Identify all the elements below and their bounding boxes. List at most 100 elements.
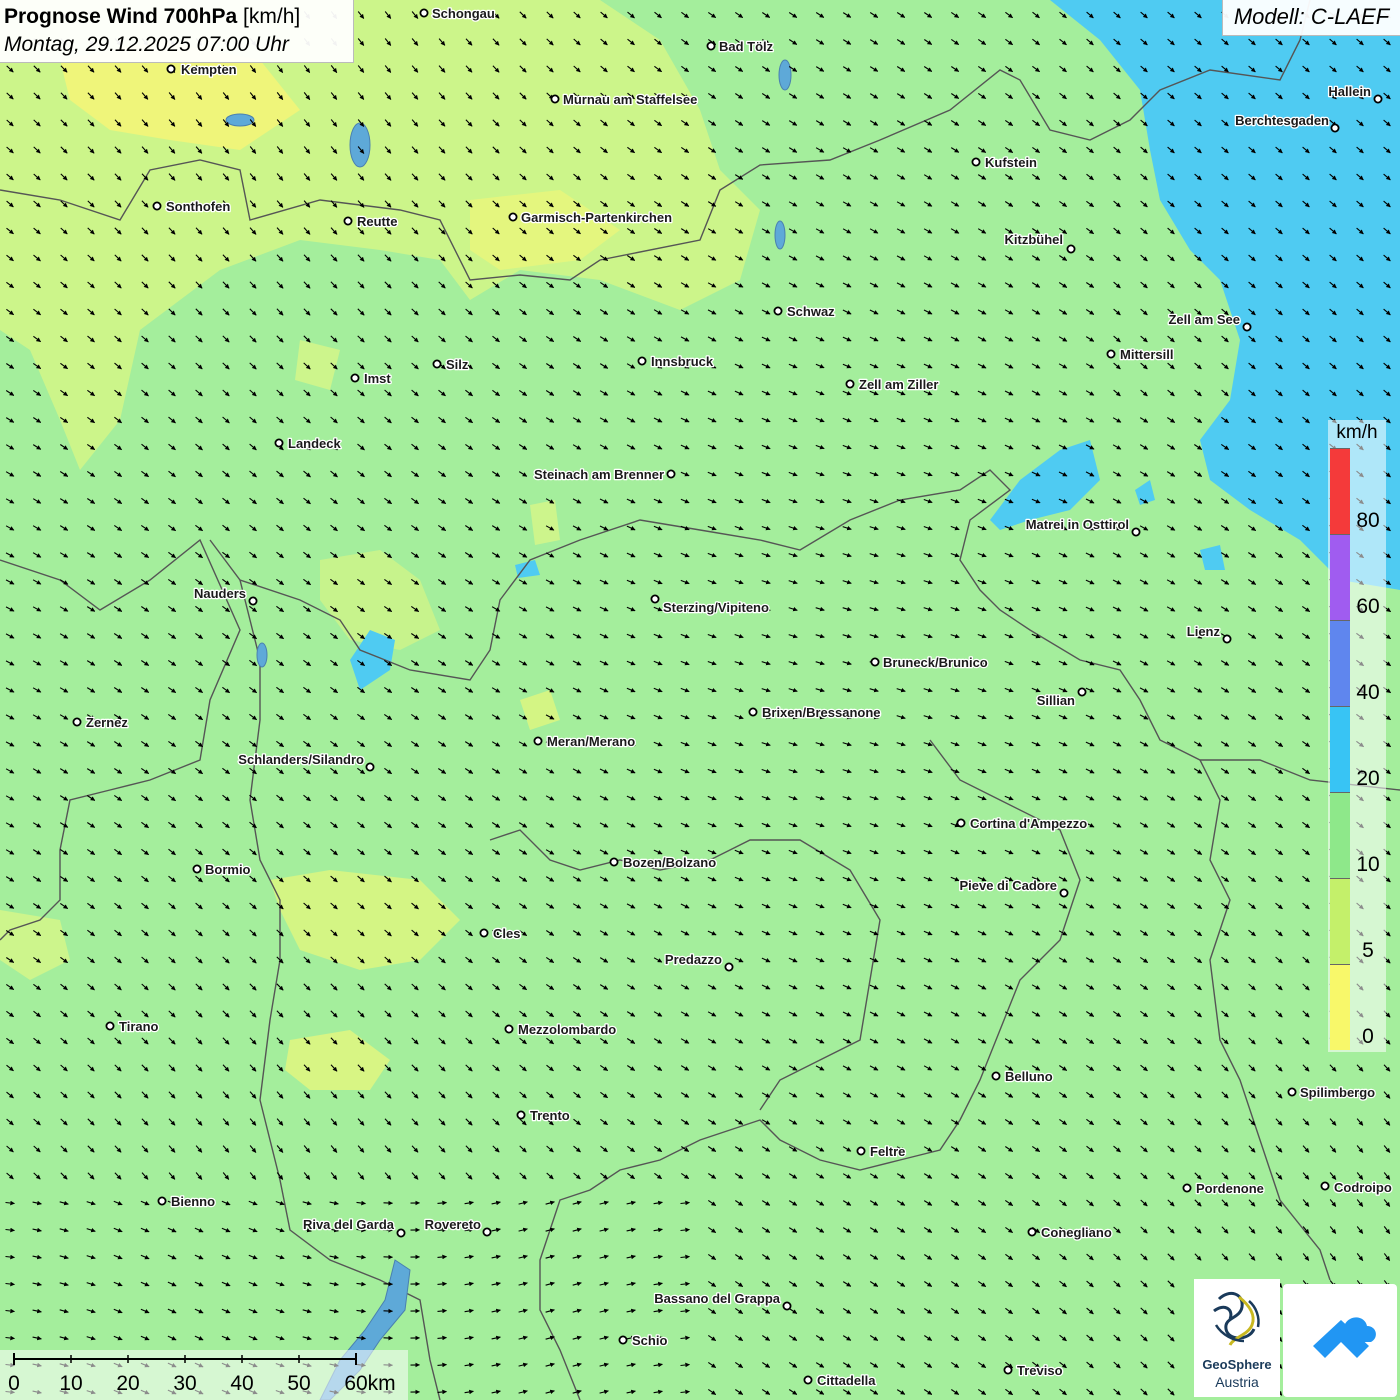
- city-dot-icon: [1373, 94, 1383, 104]
- city-label: Cortina d'Ampezzo: [970, 816, 1087, 831]
- city-label: Zernez: [86, 715, 128, 730]
- city-dot-icon: [1059, 888, 1069, 898]
- city-dot-icon: [1320, 1181, 1330, 1191]
- city-dot-icon: [706, 41, 716, 51]
- geosphere-logo[interactable]: GeoSphere Austria: [1194, 1279, 1280, 1397]
- title-unit: [km/h]: [237, 5, 301, 28]
- city-dot-icon: [971, 157, 981, 167]
- city-marker: Brixen/Bressanone: [748, 704, 882, 721]
- scale-label: 0: [8, 1372, 20, 1395]
- forecast-datetime: Montag, 29.12.2025 07:00 Uhr: [4, 33, 289, 56]
- model-label: Modell: C-LAEF: [1222, 0, 1400, 36]
- legend-color-band: [1330, 448, 1350, 534]
- city-label: Kempten: [181, 62, 237, 77]
- city-dot-icon: [1242, 322, 1252, 332]
- city-marker: Bozen/Bolzano: [609, 854, 718, 871]
- city-dot-icon: [479, 928, 489, 938]
- city-dot-icon: [956, 818, 966, 828]
- city-marker: Pordenone: [1182, 1180, 1265, 1197]
- city-label: Cles: [493, 926, 520, 941]
- city-label: Garmisch-Partenkirchen: [521, 210, 672, 225]
- city-label: Codroipo: [1334, 1180, 1392, 1195]
- scale-label: 50: [287, 1372, 311, 1395]
- lake-kochelsee: [774, 220, 786, 250]
- legend-color-band: [1330, 964, 1350, 1050]
- city-label: Zell am See: [1168, 312, 1240, 327]
- city-label: Spilimbergo: [1300, 1085, 1375, 1100]
- city-label: Tirano: [119, 1019, 159, 1034]
- legend-tick-label: 20: [1356, 767, 1380, 790]
- city-label: Landeck: [288, 436, 342, 451]
- legend-tick-label: 0: [1362, 1025, 1374, 1048]
- city-dot-icon: [618, 1335, 628, 1345]
- city-label: Mezzolombardo: [518, 1022, 616, 1037]
- city-dot-icon: [533, 736, 543, 746]
- city-dot-icon: [856, 1146, 866, 1156]
- city-dot-icon: [72, 717, 82, 727]
- legend-tick-label: 40: [1356, 681, 1380, 704]
- city-label: Kitzbühel: [1005, 232, 1064, 247]
- city-label: Nauders: [194, 586, 246, 601]
- city-dot-icon: [1027, 1227, 1037, 1237]
- city-dot-icon: [152, 201, 162, 211]
- city-label: Reutte: [357, 214, 397, 229]
- app-logo[interactable]: [1283, 1284, 1397, 1397]
- city-dot-icon: [1066, 244, 1076, 254]
- scale-label: 40: [230, 1372, 254, 1395]
- city-label: Silz: [446, 357, 469, 372]
- city-label: Schongau: [432, 6, 495, 21]
- city-dot-icon: [1077, 687, 1087, 697]
- city-dot-icon: [504, 1024, 514, 1034]
- city-dot-icon: [350, 373, 360, 383]
- city-label: Berchtesgaden: [1235, 113, 1329, 128]
- scale-label: 60km: [344, 1372, 396, 1395]
- city-dot-icon: [748, 707, 758, 717]
- city-marker: Garmisch-Partenkirchen: [508, 209, 673, 226]
- city-label: Bassano del Grappa: [654, 1291, 780, 1306]
- city-dot-icon: [773, 306, 783, 316]
- city-label: Imst: [364, 371, 391, 386]
- city-marker: Cortina d'Ampezzo: [956, 815, 1089, 832]
- wind-map[interactable]: Schongau Bad Tölz Kempten Murnau am Staffel…: [0, 0, 1400, 1400]
- city-dot-icon: [782, 1301, 792, 1311]
- legend-tick-label: 10: [1356, 853, 1380, 876]
- city-label: Hallein: [1328, 84, 1371, 99]
- city-marker: Murnau am Staffelsee: [550, 91, 699, 108]
- legend-unit: km/h: [1336, 422, 1378, 443]
- city-label: Feltre: [870, 1144, 905, 1159]
- city-label: Bad Tölz: [719, 39, 774, 54]
- city-dot-icon: [343, 216, 353, 226]
- city-dot-icon: [650, 594, 660, 604]
- legend-color-band: [1330, 620, 1350, 706]
- city-label: Kufstein: [985, 155, 1037, 170]
- city-label: Matrei in Osttirol: [1026, 517, 1129, 532]
- city-dot-icon: [365, 762, 375, 772]
- city-label: Schlanders/Silandro: [238, 752, 364, 767]
- legend-color-band: [1330, 706, 1350, 792]
- city-dot-icon: [1131, 527, 1141, 537]
- lake-reschensee: [256, 642, 268, 668]
- city-dot-icon: [166, 64, 176, 74]
- city-label: Predazzo: [665, 952, 722, 967]
- city-marker: Zell am Ziller: [845, 376, 940, 393]
- city-label: Riva del Garda: [303, 1217, 395, 1232]
- map-title: Prognose Wind 700hPa [km/h]: [4, 3, 349, 31]
- city-dot-icon: [1106, 349, 1116, 359]
- city-dot-icon: [724, 962, 734, 972]
- city-dot-icon: [870, 657, 880, 667]
- city-label: Lienz: [1187, 624, 1221, 639]
- scale-bar: 0 10 20 30 40 50 60km: [0, 1350, 408, 1400]
- city-label: Schwaz: [787, 304, 835, 319]
- city-label: Treviso: [1017, 1363, 1063, 1378]
- city-dot-icon: [396, 1228, 406, 1238]
- city-label: Bormio: [205, 862, 251, 877]
- city-dot-icon: [157, 1196, 167, 1206]
- city-dot-icon: [845, 379, 855, 389]
- city-label: Murnau am Staffelsee: [563, 92, 697, 107]
- city-marker: Mezzolombardo: [504, 1021, 618, 1038]
- geosphere-emblem-icon: [1213, 1291, 1260, 1346]
- city-label: Schio: [632, 1333, 667, 1348]
- title-bold: Prognose Wind 700hPa: [4, 5, 238, 28]
- city-dot-icon: [1182, 1183, 1192, 1193]
- city-label: Steinach am Brenner: [534, 467, 664, 482]
